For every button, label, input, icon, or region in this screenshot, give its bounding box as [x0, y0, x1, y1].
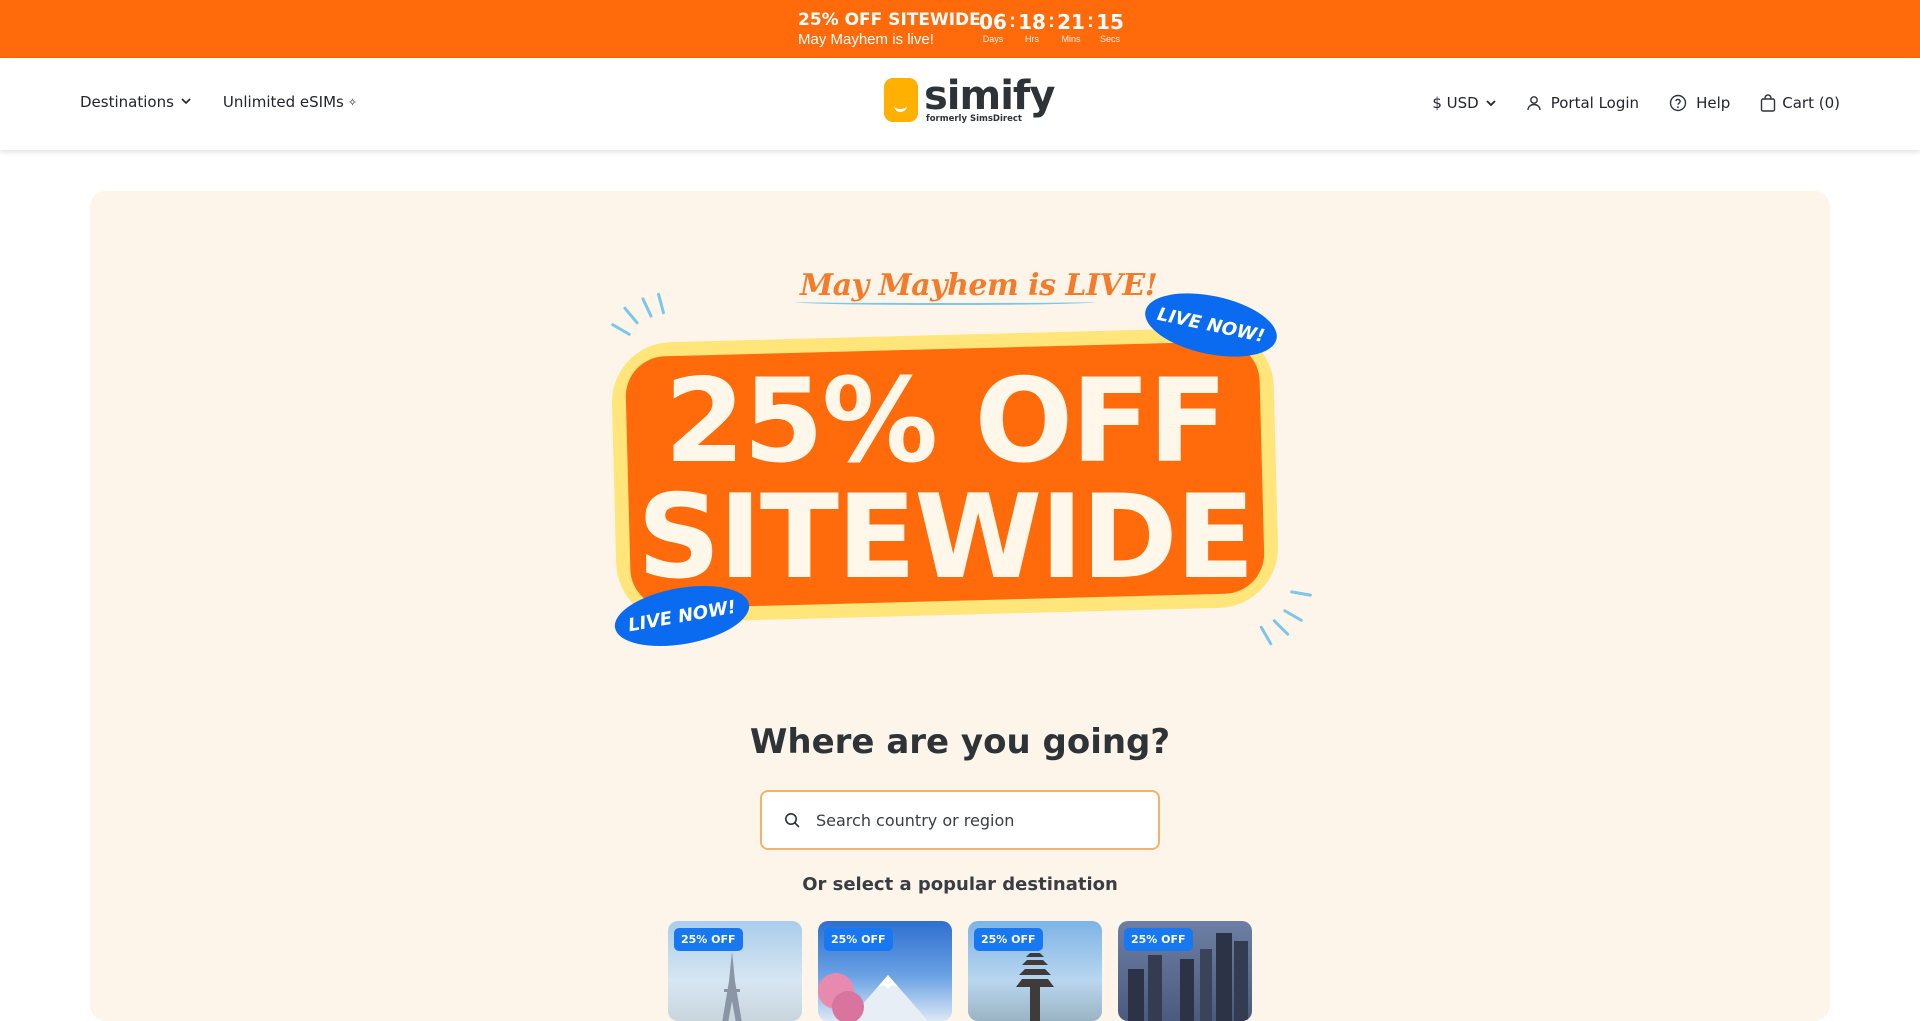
nav-unlimited-esims[interactable]: Unlimited eSIMs ✧ — [223, 93, 357, 111]
countdown-value: 06 — [979, 10, 1007, 34]
discount-badge: 25% OFF — [1124, 928, 1193, 951]
promo-title: 25% OFF SITEWIDE — [798, 10, 981, 30]
site-header: Destinations Unlimited eSIMs ✧ simify fo… — [0, 58, 1920, 150]
popular-destinations-label: Or select a popular destination — [802, 874, 1118, 895]
eiffel-tower-icon — [722, 951, 742, 1021]
countdown-timer: 06 Days : 18 Hrs : 21 Mins : 15 Secs — [978, 10, 1125, 44]
countdown-separator: : — [1087, 10, 1094, 32]
primary-nav: Destinations Unlimited eSIMs ✧ — [80, 93, 389, 111]
destination-card-bali[interactable]: 25% OFF — [968, 921, 1102, 1021]
search-icon — [784, 812, 800, 828]
shopping-bag-icon — [1760, 94, 1776, 112]
hero-kicker: May Mayhem is LIVE! — [800, 268, 1158, 303]
destination-search[interactable] — [760, 790, 1160, 850]
banner-headline-line1: 25% OFF — [664, 354, 1227, 489]
popular-destinations: 25% OFF 25% OFF 25% OFF 25% OFF — [668, 921, 1268, 1021]
countdown-label: Secs — [1099, 34, 1120, 44]
nav-unlimited-label: Unlimited eSIMs — [222, 93, 344, 111]
destination-card-japan[interactable]: 25% OFF — [818, 921, 952, 1021]
countdown-days: 06 Days — [978, 10, 1008, 44]
discount-badge: 25% OFF — [674, 928, 743, 951]
destination-question: Where are you going? — [749, 722, 1171, 762]
countdown-secs: 15 Secs — [1095, 10, 1125, 44]
countdown-hours: 18 Hrs — [1017, 10, 1047, 44]
utility-nav: $ USD Portal Login Help Cart (0) — [1402, 94, 1840, 112]
cart-label: Cart (0) — [1782, 94, 1840, 112]
promo-bar: 25% OFF SITEWIDE May Mayhem is live! 06 … — [0, 0, 1920, 58]
countdown-label: Days — [982, 34, 1004, 44]
user-icon — [1526, 95, 1542, 111]
nav-destinations[interactable]: Destinations — [80, 93, 191, 111]
cart-link[interactable]: Cart (0) — [1760, 94, 1840, 112]
countdown-mins: 21 Mins — [1056, 10, 1086, 44]
countdown-separator: : — [1048, 10, 1055, 32]
currency-selector[interactable]: $ USD — [1432, 94, 1496, 112]
discount-badge: 25% OFF — [824, 928, 893, 951]
portal-login-label: Portal Login — [1550, 94, 1640, 112]
logo-tagline: formerly SimsDirect — [926, 114, 1022, 124]
logo-wordmark: simify — [924, 73, 1055, 119]
sparkle-icon: ✧ — [347, 95, 358, 109]
destination-card-kuala-lumpur[interactable]: 25% OFF — [1118, 921, 1252, 1021]
promo-subtitle: May Mayhem is live! — [798, 31, 934, 48]
countdown-label: Hrs — [1025, 34, 1039, 44]
search-input[interactable] — [816, 810, 1136, 830]
simify-logo[interactable]: simify formerly SimsDirect — [884, 73, 1055, 124]
logo-sim-icon — [884, 78, 918, 122]
countdown-value: 18 — [1018, 10, 1046, 34]
help-label: Help — [1696, 94, 1731, 112]
mount-fuji-icon — [818, 973, 928, 1021]
discount-badge: 25% OFF — [974, 928, 1043, 951]
kicker-underline — [795, 299, 1095, 305]
portal-login-link[interactable]: Portal Login — [1526, 94, 1639, 112]
currency-label: $ USD — [1432, 94, 1479, 112]
countdown-value: 15 — [1096, 10, 1124, 34]
nav-destinations-label: Destinations — [80, 93, 174, 111]
promo-text: 25% OFF SITEWIDE May Mayhem is live! — [798, 10, 981, 49]
countdown-separator: : — [1009, 10, 1016, 32]
countdown-label: Mins — [1061, 34, 1081, 44]
bali-temple-icon — [1016, 943, 1054, 1021]
destination-card-paris[interactable]: 25% OFF — [668, 921, 802, 1021]
countdown-value: 21 — [1057, 10, 1085, 34]
chevron-down-icon — [181, 97, 191, 108]
help-link[interactable]: Help — [1669, 94, 1730, 112]
sale-banner: 25% OFF SITEWIDE — [610, 326, 1280, 624]
help-circle-icon — [1669, 94, 1687, 112]
banner-headline-line2: SITEWIDE — [637, 470, 1255, 605]
chevron-down-icon — [1486, 99, 1496, 107]
